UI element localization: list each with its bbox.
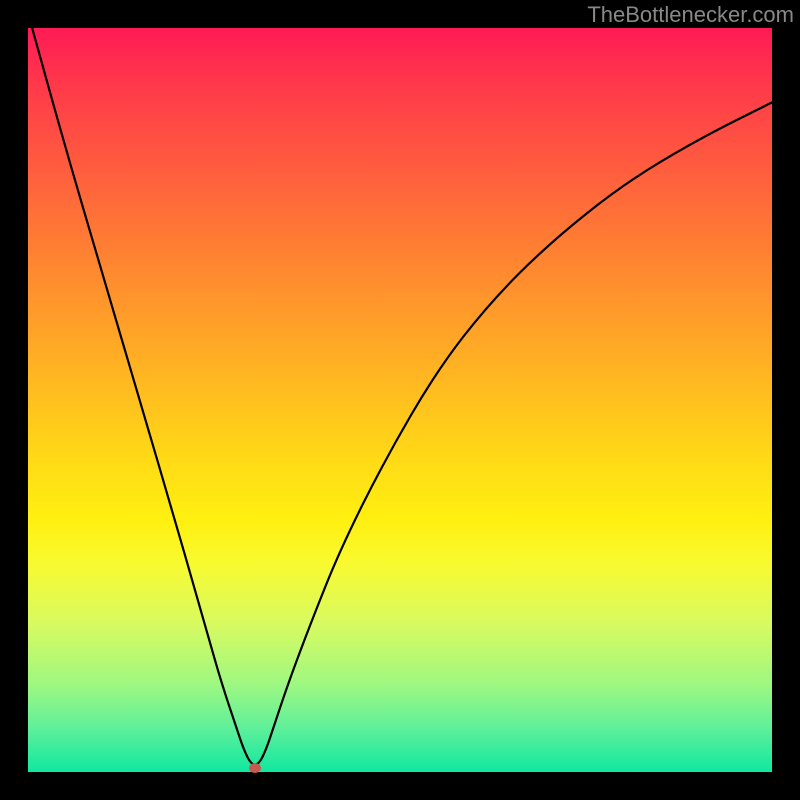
attribution-text: TheBottlenecker.com <box>587 2 794 28</box>
curve-svg <box>28 28 772 772</box>
chart-frame <box>28 28 772 772</box>
optimum-marker <box>249 763 261 773</box>
bottleneck-curve <box>28 28 772 765</box>
